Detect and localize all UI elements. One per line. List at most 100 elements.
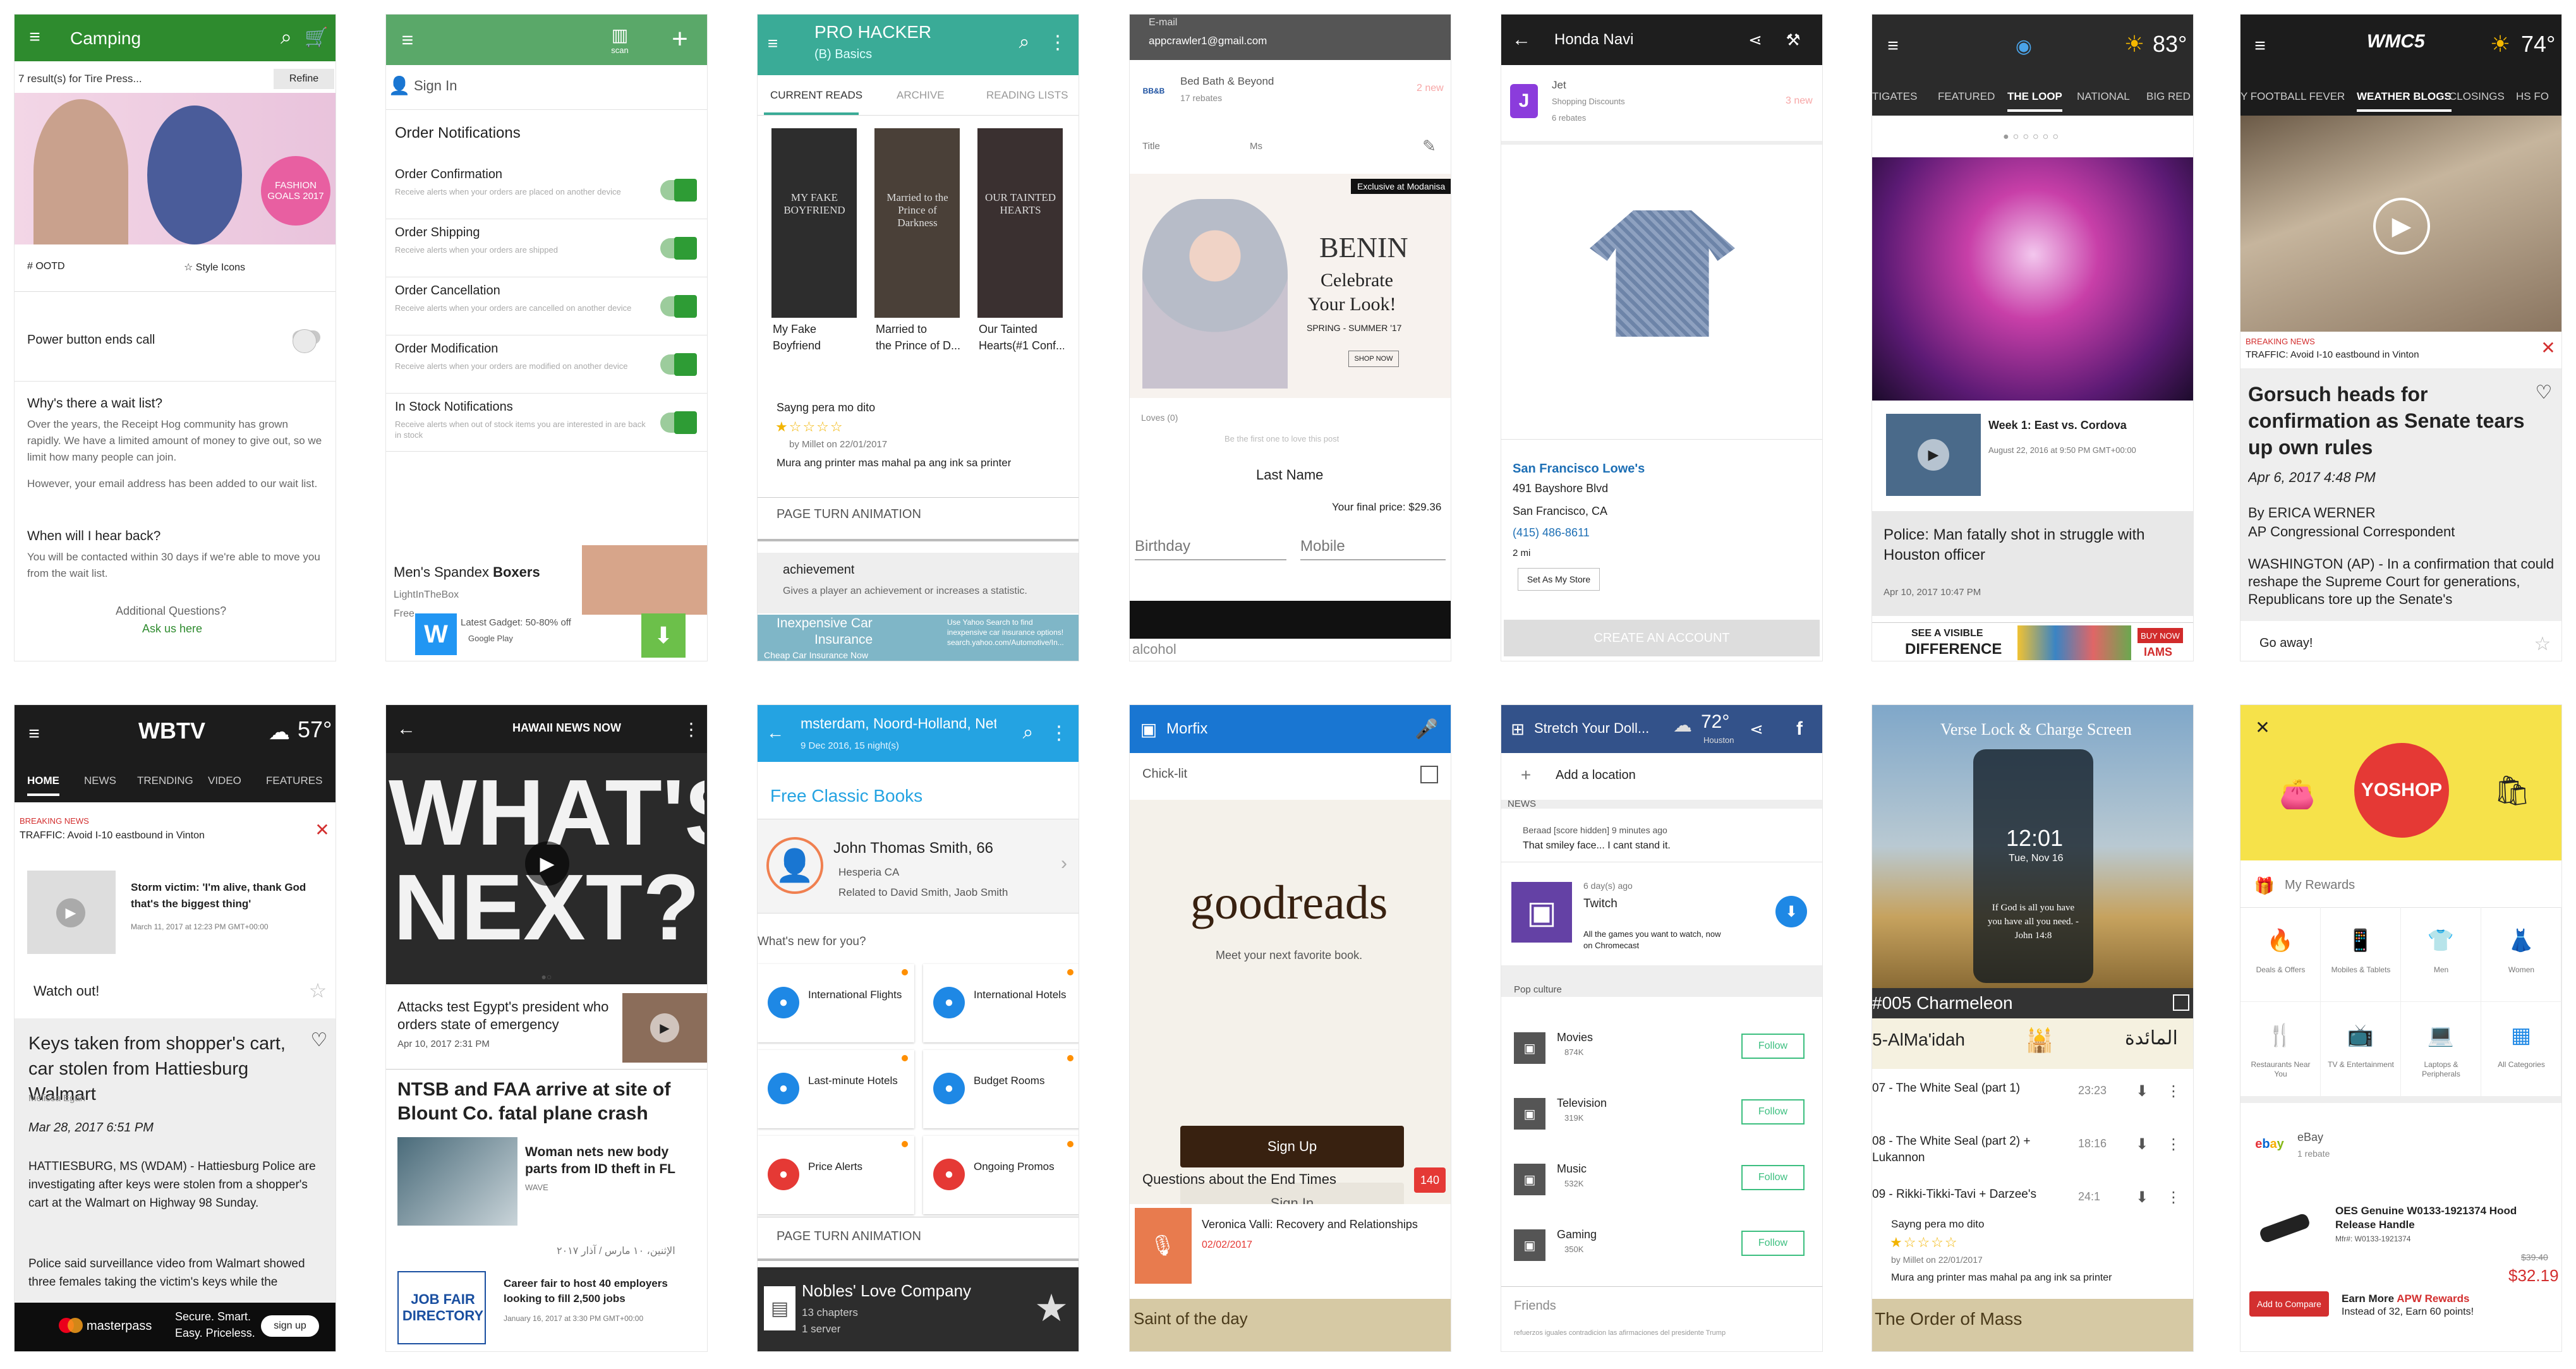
story-1-headline[interactable]: Attacks test Egypt's president who order…: [397, 998, 612, 1034]
notification-toggle[interactable]: [660, 295, 697, 318]
article-card[interactable]: Gorsuch heads for confirmation as Senate…: [2240, 368, 2561, 621]
tab-reading-lists[interactable]: READING LISTS: [986, 89, 1068, 102]
checkbox[interactable]: [1420, 766, 1438, 783]
search-icon[interactable]: ⌕: [1015, 720, 1041, 745]
ad-banner[interactable]: Inexpensive Car Insurance Cheap Car Insu…: [758, 615, 1079, 661]
facebook-icon[interactable]: f: [1786, 715, 1813, 743]
menu-icon[interactable]: ≡: [761, 32, 784, 55]
hero-image[interactable]: WHAT'S NEXT? ▶: [386, 753, 707, 984]
category-item[interactable]: 👗 Women: [2481, 907, 2561, 1002]
feature-tile[interactable]: ● Price Alerts: [758, 1136, 914, 1214]
hero-image[interactable]: [1872, 157, 2193, 401]
store-name[interactable]: Bed Bath & Beyond: [1180, 75, 1274, 88]
play-icon[interactable]: ▶: [56, 898, 85, 927]
menu-icon[interactable]: ≡: [395, 27, 420, 52]
fashion-ad[interactable]: Exclusive at Modanisa BENIN Celebrate Yo…: [1130, 174, 1451, 398]
category-item[interactable]: 💻 Laptops & Peripherals: [2401, 1002, 2481, 1097]
feature-tile[interactable]: ● Budget Rooms: [923, 1050, 1079, 1128]
traffic-alert[interactable]: TRAFFIC: Avoid I-10 eastbound in Vinton: [2246, 349, 2419, 360]
phone-link[interactable]: (415) 486-8611: [1513, 526, 1590, 540]
star-icon[interactable]: ☆: [305, 978, 330, 1003]
shop-now-button[interactable]: SHOP NOW: [1348, 351, 1399, 367]
tab-item[interactable]: FEATURED: [1938, 90, 1995, 103]
person-card[interactable]: 👤 John Thomas Smith, 66 Hesperia CA Rela…: [758, 819, 1079, 914]
birthday-field[interactable]: Birthday: [1135, 538, 1286, 560]
chip-ootd[interactable]: # OOTD: [27, 261, 65, 272]
track-row[interactable]: 08 - The White Seal (part 2) + Lukannon 1…: [1872, 1131, 2193, 1181]
set-my-store-button[interactable]: Set As My Store: [1518, 568, 1600, 591]
product-thumb[interactable]: [2259, 1208, 2310, 1246]
download-icon[interactable]: ⬇: [2131, 1133, 2153, 1155]
edit-icon[interactable]: ✎: [1418, 135, 1441, 157]
play-icon[interactable]: ▶: [2373, 198, 2430, 255]
refine-button[interactable]: Refine: [274, 69, 334, 89]
category-item[interactable]: 📱 Mobiles & Tablets: [2321, 907, 2401, 1002]
overflow-menu-icon[interactable]: ⋮: [682, 718, 701, 740]
tab-current-reads[interactable]: CURRENT READS: [770, 89, 862, 102]
download-icon[interactable]: ⬇: [2131, 1186, 2153, 1208]
company-card[interactable]: ▤ Nobles' Love Company 13 chapters 1 ser…: [758, 1267, 1079, 1351]
close-icon[interactable]: ✕: [2253, 718, 2272, 737]
ad-banner[interactable]: SEE A VISIBLE DIFFERENCE BUY NOW IAMS: [1872, 622, 2193, 661]
overflow-menu-icon[interactable]: ⋮: [2164, 1186, 2183, 1208]
share-icon[interactable]: ⋖: [1745, 718, 1768, 740]
star-icon[interactable]: ☆: [2531, 632, 2554, 655]
sign-in-link[interactable]: Sign In: [414, 78, 457, 94]
follow-button[interactable]: Follow: [1741, 1165, 1805, 1190]
tab-item[interactable]: WEATHER BLOGS: [2357, 90, 2452, 112]
topic-row[interactable]: ▣ Music 532K Follow: [1501, 1159, 1822, 1209]
tab-archive[interactable]: ARCHIVE: [897, 89, 945, 102]
story-card[interactable]: Police: Man fatally shot in struggle wit…: [1872, 511, 2193, 616]
menu-icon[interactable]: ≡: [2249, 33, 2271, 59]
traffic-alert[interactable]: TRAFFIC: Avoid I-10 eastbound in Vinton: [20, 830, 205, 841]
search-icon[interactable]: ⌕: [1012, 30, 1037, 55]
add-location[interactable]: Add a location: [1556, 768, 1636, 783]
feature-tile[interactable]: ● Last-minute Hotels: [758, 1050, 914, 1128]
surah-header[interactable]: 5-AlMa'idah 🕌 المائدة: [1872, 1018, 2193, 1069]
tab-item[interactable]: VIDEO: [208, 775, 241, 787]
star-icon[interactable]: ★: [1029, 1286, 1073, 1330]
book-title[interactable]: Veronica Valli: Recovery and Relationshi…: [1202, 1218, 1418, 1231]
download-icon[interactable]: ⬇: [641, 613, 686, 658]
ad-banner[interactable]: masterpass Secure. Smart. Easy. Priceles…: [15, 1303, 336, 1351]
menu-icon[interactable]: ≡: [1882, 33, 1904, 59]
category-item[interactable]: 🍴 Restaurants Near You: [2240, 1002, 2321, 1097]
play-icon[interactable]: ▶: [525, 841, 569, 886]
email-field[interactable]: E-mail appcrawler1@gmail.com: [1130, 15, 1451, 60]
book-item[interactable]: OUR TAINTED HEARTS Our Tainted Hearts(#1 C…: [977, 128, 1064, 375]
add-icon[interactable]: +: [1516, 765, 1535, 785]
add-to-compare-button[interactable]: Add to Compare: [2249, 1291, 2329, 1317]
buy-now-button[interactable]: BUY NOW: [2138, 628, 2183, 643]
follow-button[interactable]: Follow: [1741, 1034, 1805, 1059]
power-button-toggle[interactable]: [293, 329, 320, 353]
category-item[interactable]: 📺 TV & Entertainment: [2321, 1002, 2401, 1097]
book-item[interactable]: MY FAKE BOYFRIEND My Fake Boyfriend: [771, 128, 857, 375]
week-title[interactable]: Week 1: East vs. Cordova: [1988, 419, 2127, 432]
tab-item[interactable]: TIGATES: [1872, 90, 1917, 103]
share-icon[interactable]: ⋖: [1744, 28, 1767, 51]
topic-row[interactable]: ▣ Gaming 350K Follow: [1501, 1224, 1822, 1275]
mobile-field[interactable]: Mobile: [1300, 538, 1446, 560]
feature-tile[interactable]: ● Ongoing Promos: [923, 1136, 1079, 1214]
overflow-menu-icon[interactable]: ⋮: [1049, 720, 1068, 745]
tab-item[interactable]: BIG RED: [2146, 90, 2191, 103]
saint-card[interactable]: Saint of the day: [1130, 1299, 1451, 1351]
play-icon[interactable]: ▶: [650, 1013, 679, 1042]
back-arrow-icon[interactable]: ←: [1510, 28, 1533, 51]
close-icon[interactable]: ✕: [311, 819, 333, 840]
heart-icon[interactable]: ♡: [308, 1028, 330, 1051]
ad-banner[interactable]: Men's Spandex Boxers LightInTheBox Free …: [386, 545, 707, 661]
overflow-menu-icon[interactable]: ⋮: [2164, 1080, 2183, 1102]
achievement-row[interactable]: achievement Gives a player an achievemen…: [758, 553, 1079, 613]
create-account-button[interactable]: CREATE AN ACCOUNT: [1504, 620, 1820, 656]
follow-button[interactable]: Follow: [1741, 1099, 1805, 1125]
product-image[interactable]: [1577, 198, 1748, 343]
product-title[interactable]: OES Genuine W0133-1921374 Hood Release H…: [2335, 1204, 2556, 1232]
tab-item[interactable]: TRENDING: [137, 775, 193, 787]
track-row[interactable]: 07 - The White Seal (part 1) 23:23 ⬇ ⋮: [1872, 1078, 2193, 1128]
notification-row[interactable]: Order Modification Receive alerts when yo…: [386, 335, 707, 394]
tab-item[interactable]: NATIONAL: [2077, 90, 2130, 103]
store-name[interactable]: eBay: [2297, 1131, 2323, 1144]
overflow-menu-icon[interactable]: ⋮: [2164, 1133, 2183, 1155]
story-1-thumb[interactable]: ▶: [622, 993, 707, 1063]
